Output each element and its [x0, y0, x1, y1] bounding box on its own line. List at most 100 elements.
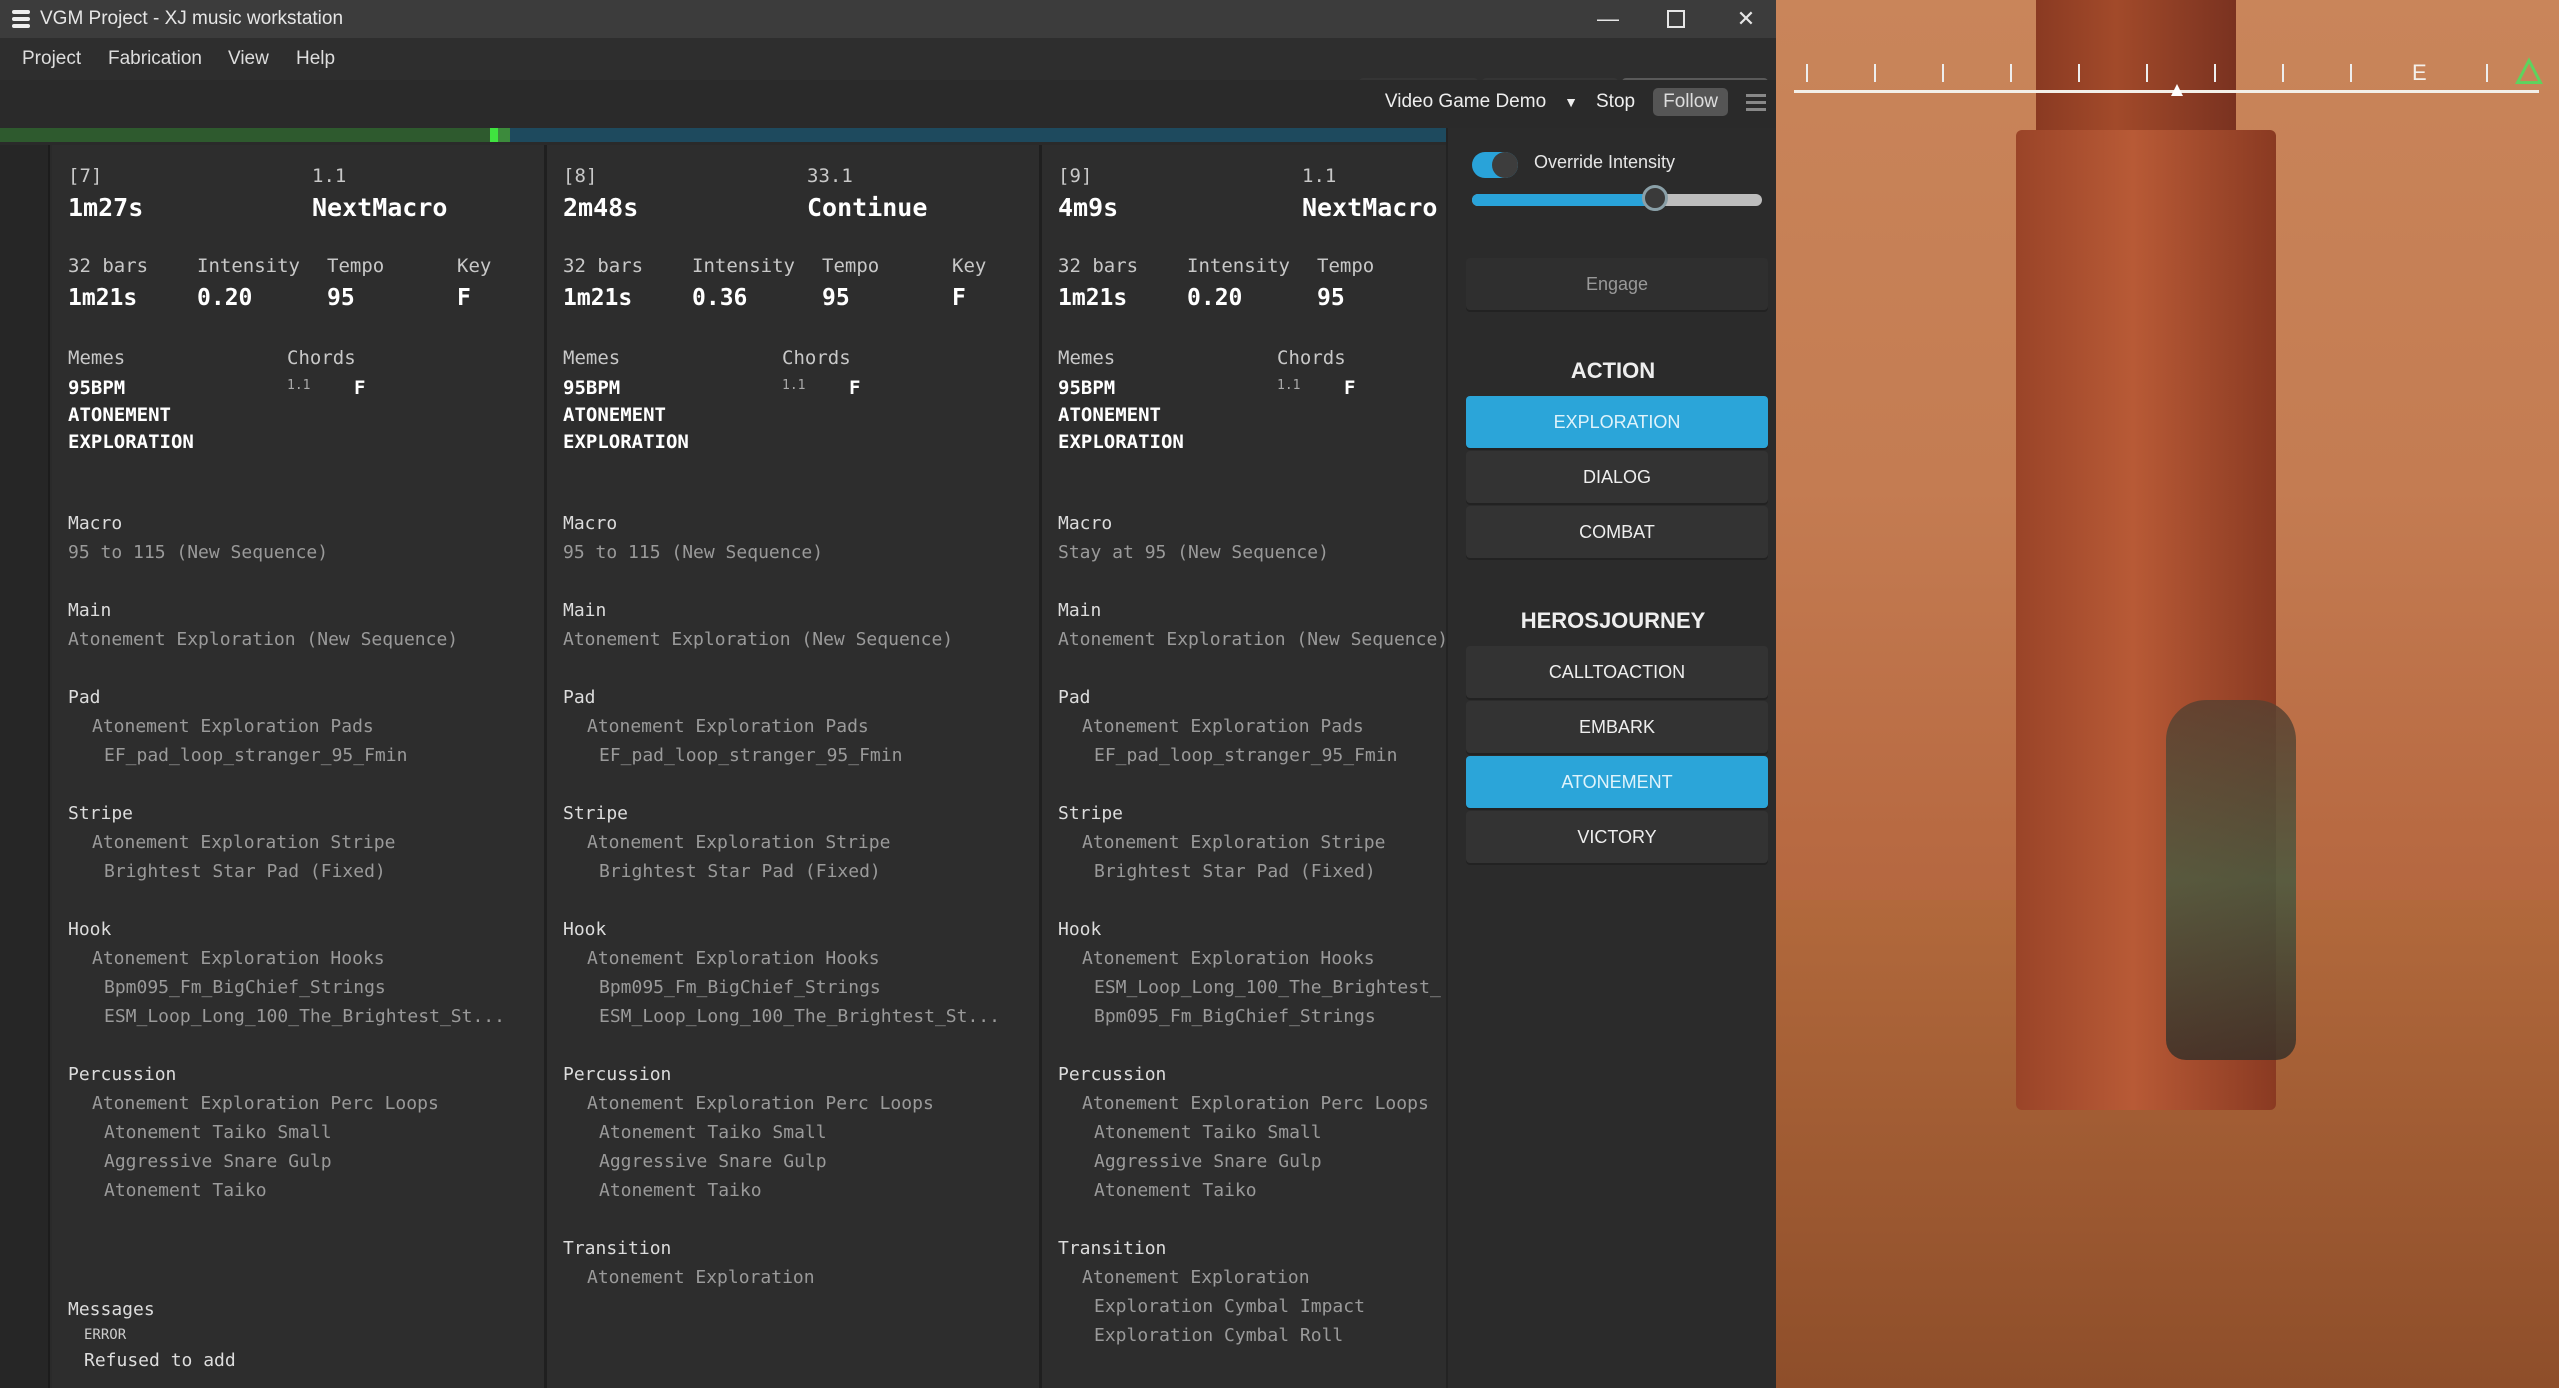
maximize-button[interactable] [1646, 0, 1706, 38]
action-dialog-button[interactable]: DIALOG [1466, 451, 1768, 503]
section-title: Hook [68, 919, 112, 940]
group-title-herosjourney: HEROSJOURNEY [1520, 608, 1706, 633]
compass-tick [2486, 64, 2488, 82]
segment-position: 33.1 [807, 165, 853, 187]
chord-name: F [849, 377, 861, 399]
timeline-played [0, 128, 492, 142]
action-combat-button[interactable]: COMBAT [1466, 506, 1768, 558]
section-title: Main [563, 600, 607, 621]
program-name: Atonement Exploration Perc Loops [92, 1093, 439, 1114]
intensity-label: Intensity [1187, 255, 1290, 277]
tempo-value: 95 [822, 285, 850, 311]
instrument-name: Aggressive Snare Gulp [104, 1151, 332, 1172]
herosjourney-victory-button[interactable]: VICTORY [1466, 811, 1768, 863]
campfire-icon: 🜂 [2513, 51, 2545, 92]
meme-tag: 95BPM [563, 377, 621, 399]
segment-choices: Macro 95 to 115 (New Sequence) Main Atoneme… [563, 509, 1039, 1321]
program-name: 95 to 115 (New Sequence) [68, 542, 329, 563]
override-intensity-toggle[interactable] [1472, 152, 1518, 178]
override-intensity-label: Override Intensity [1534, 152, 1676, 172]
key-label: Key [952, 255, 987, 277]
tempo-label: Tempo [822, 255, 880, 277]
instrument-name: EF_pad_loop_stranger_95_Fmin [104, 745, 408, 766]
messages-title: Messages [68, 1299, 155, 1320]
segment-duration: 1m27s [68, 193, 144, 222]
message-text: Refused to add [84, 1350, 236, 1371]
bars-label: 32 bars [1058, 255, 1139, 277]
timeline-bar[interactable] [0, 128, 1446, 142]
program-name: Atonement Exploration Perc Loops [587, 1093, 934, 1114]
segment-type: Continue [807, 193, 928, 222]
compass-tick [2146, 64, 2148, 82]
instrument-name: Bpm095_Fm_BigChief_Strings [599, 977, 881, 998]
menu-fabrication[interactable]: Fabrication [108, 48, 202, 70]
fabrication-toolbar: Video Game Demo ▼ Stop Follow [0, 80, 1776, 126]
segment-id: [7] [68, 165, 103, 187]
program-name: Atonement Exploration Hooks [92, 948, 385, 969]
memes-label: Memes [563, 347, 621, 369]
intensity-label: Intensity [692, 255, 795, 277]
chords-label: Chords [287, 347, 356, 369]
minimize-button[interactable]: — [1578, 0, 1638, 38]
instrument-name: Bpm095_Fm_BigChief_Strings [104, 977, 386, 998]
instrument-name: Atonement Taiko [599, 1180, 762, 1201]
instrument-name: Atonement Taiko [104, 1180, 267, 1201]
segment-type: NextMacro [312, 193, 448, 222]
section-title: Stripe [563, 803, 629, 824]
section-title: Macro [68, 513, 123, 534]
tempo-label: Tempo [1317, 255, 1375, 277]
chevron-down-icon[interactable]: ▼ [1564, 94, 1578, 110]
compass-tick [1874, 64, 1876, 82]
chord-position: 1.1 [782, 378, 806, 393]
compass-tick [2078, 64, 2080, 82]
compass-line [1794, 90, 2539, 93]
menu-help[interactable]: Help [296, 48, 335, 70]
compass-east-label: E [2412, 60, 2427, 85]
herosjourney-calltoaction-button[interactable]: CALLTOACTION [1466, 646, 1768, 698]
section-title: Stripe [68, 803, 134, 824]
section-title: Transition [563, 1238, 672, 1259]
menu-project[interactable]: Project [22, 48, 81, 70]
meme-tag: EXPLORATION [563, 431, 689, 453]
intensity-slider-thumb[interactable] [1642, 185, 1668, 211]
segment-position: 1.1 [1302, 165, 1337, 187]
action-exploration-button[interactable]: EXPLORATION [1466, 396, 1768, 448]
key-value: F [457, 285, 471, 311]
left-gutter [0, 145, 50, 1388]
meme-tag: ATONEMENT [563, 404, 666, 426]
segment-type: NextMacro [1302, 193, 1438, 222]
close-button[interactable]: ✕ [1716, 0, 1776, 38]
menu-view[interactable]: View [228, 48, 269, 70]
intensity-slider[interactable] [1472, 185, 1762, 211]
section-title: Hook [563, 919, 607, 940]
meme-tag: ATONEMENT [68, 404, 171, 426]
compass-tick [2214, 64, 2216, 82]
meme-tag: 95BPM [1058, 377, 1116, 399]
program-name: Atonement Exploration Pads [92, 716, 374, 737]
player-heading-marker-icon [2171, 84, 2183, 96]
follow-toggle[interactable]: Follow [1653, 88, 1728, 116]
segment-column: [7] 1.1 1m27s NextMacro 32 bars 1m21s Intensit… [52, 145, 548, 1388]
chord-position: 1.1 [287, 378, 311, 393]
bars-value: 1m21s [563, 285, 633, 311]
program-name: Atonement Exploration Hooks [587, 948, 880, 969]
stop-button[interactable]: Stop [1596, 91, 1635, 113]
section-title: Pad [68, 687, 101, 708]
herosjourney-atonement-button[interactable]: ATONEMENT [1466, 756, 1768, 808]
key-label: Key [457, 255, 492, 277]
memes-label: Memes [1058, 347, 1116, 369]
bars-value: 1m21s [1058, 285, 1128, 311]
hamburger-menu-icon[interactable] [1746, 93, 1766, 111]
segment-duration: 4m9s [1058, 193, 1119, 222]
instrument-name: EF_pad_loop_stranger_95_Fmin [599, 745, 903, 766]
template-select[interactable]: Video Game Demo [1385, 91, 1546, 113]
engage-button[interactable]: Engage [1466, 258, 1768, 310]
program-name: Atonement Exploration Stripe [92, 832, 396, 853]
herosjourney-embark-button[interactable]: EMBARK [1466, 701, 1768, 753]
timeline-playhead[interactable] [490, 128, 510, 142]
messages-section: Messages ERROR Refused to add [68, 1295, 236, 1375]
group-title-action: ACTION [1570, 358, 1656, 383]
